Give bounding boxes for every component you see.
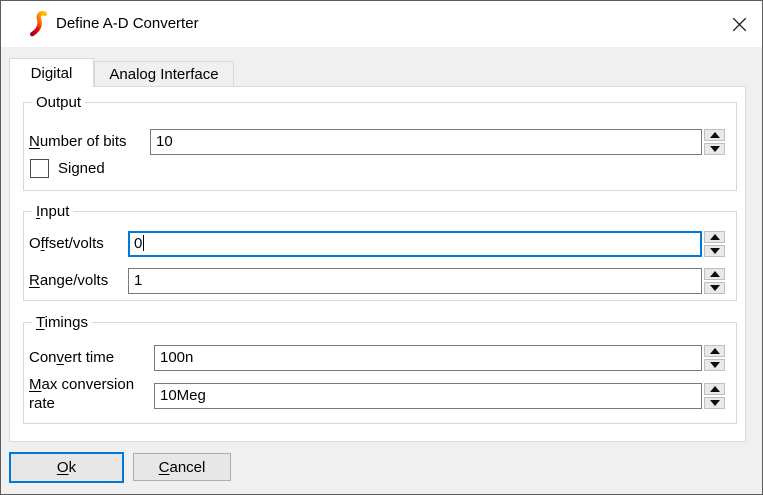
- number-of-bits-spinner: [704, 129, 725, 155]
- timings-group: Timings Convert time 100n Max conversion…: [23, 322, 737, 424]
- range-volts-field[interactable]: 1: [128, 268, 702, 294]
- spin-up-button[interactable]: [704, 231, 725, 243]
- window-title: Define A-D Converter: [56, 1, 199, 47]
- tab-analog-interface[interactable]: Analog Interface: [94, 61, 234, 86]
- number-of-bits-field[interactable]: 10: [150, 129, 702, 155]
- text-caret: [143, 235, 144, 251]
- triangle-up-icon: [710, 348, 720, 354]
- ok-button-label: Ok: [57, 459, 76, 476]
- number-of-bits-label: Number of bits: [29, 129, 127, 155]
- triangle-up-icon: [710, 386, 720, 392]
- spin-down-button[interactable]: [704, 282, 725, 294]
- tab-digital[interactable]: Digital: [9, 58, 94, 87]
- spin-down-button[interactable]: [704, 397, 725, 409]
- close-icon: [732, 17, 747, 32]
- convert-time-spinner: [704, 345, 725, 371]
- offset-volts-value: 0: [134, 235, 142, 252]
- signed-checkbox[interactable]: [30, 159, 49, 178]
- range-volts-label: Range/volts: [29, 268, 108, 294]
- spin-up-button[interactable]: [704, 268, 725, 280]
- app-logo-icon: [29, 11, 47, 37]
- spin-down-button[interactable]: [704, 245, 725, 257]
- max-conversion-rate-label: Max conversion rate: [29, 375, 149, 413]
- convert-time-value: 100n: [160, 349, 193, 366]
- tab-analog-interface-label: Analog Interface: [109, 66, 218, 83]
- spin-up-button[interactable]: [704, 129, 725, 141]
- input-group-legend: Input: [32, 202, 73, 221]
- triangle-up-icon: [710, 132, 720, 138]
- range-volts-spinner: [704, 268, 725, 294]
- signed-checkbox-label: Signed: [58, 159, 105, 178]
- spin-down-button[interactable]: [704, 143, 725, 155]
- offset-volts-label: Offset/volts: [29, 231, 104, 257]
- offset-volts-field[interactable]: 0: [128, 231, 702, 257]
- close-button[interactable]: [716, 1, 762, 47]
- max-conversion-rate-field[interactable]: 10Meg: [154, 383, 702, 409]
- triangle-down-icon: [710, 285, 720, 291]
- define-ad-converter-dialog: Define A-D Converter Digital Analog Inte…: [0, 0, 763, 495]
- triangle-down-icon: [710, 400, 720, 406]
- convert-time-label: Convert time: [29, 345, 114, 371]
- triangle-up-icon: [710, 271, 720, 277]
- cancel-button[interactable]: Cancel: [133, 453, 231, 481]
- output-group-legend: Output: [32, 93, 85, 112]
- ok-button[interactable]: Ok: [9, 452, 124, 483]
- convert-time-field[interactable]: 100n: [154, 345, 702, 371]
- spin-down-button[interactable]: [704, 359, 725, 371]
- titlebar: Define A-D Converter: [1, 1, 762, 47]
- digital-tab-page: Output Number of bits 10 Signed Input Of…: [9, 86, 746, 442]
- triangle-down-icon: [710, 248, 720, 254]
- triangle-up-icon: [710, 234, 720, 240]
- tab-digital-label: Digital: [31, 65, 73, 82]
- number-of-bits-value: 10: [156, 133, 173, 150]
- cancel-button-label: Cancel: [159, 459, 206, 476]
- input-group: Input Offset/volts 0 Range/volts 1: [23, 211, 737, 301]
- offset-volts-spinner: [704, 231, 725, 257]
- range-volts-value: 1: [134, 272, 142, 289]
- spin-up-button[interactable]: [704, 345, 725, 357]
- max-conversion-rate-value: 10Meg: [160, 387, 206, 404]
- output-group: Output Number of bits 10 Signed: [23, 102, 737, 191]
- triangle-down-icon: [710, 362, 720, 368]
- spin-up-button[interactable]: [704, 383, 725, 395]
- max-conversion-rate-spinner: [704, 383, 725, 409]
- timings-group-legend: Timings: [32, 313, 92, 332]
- triangle-down-icon: [710, 146, 720, 152]
